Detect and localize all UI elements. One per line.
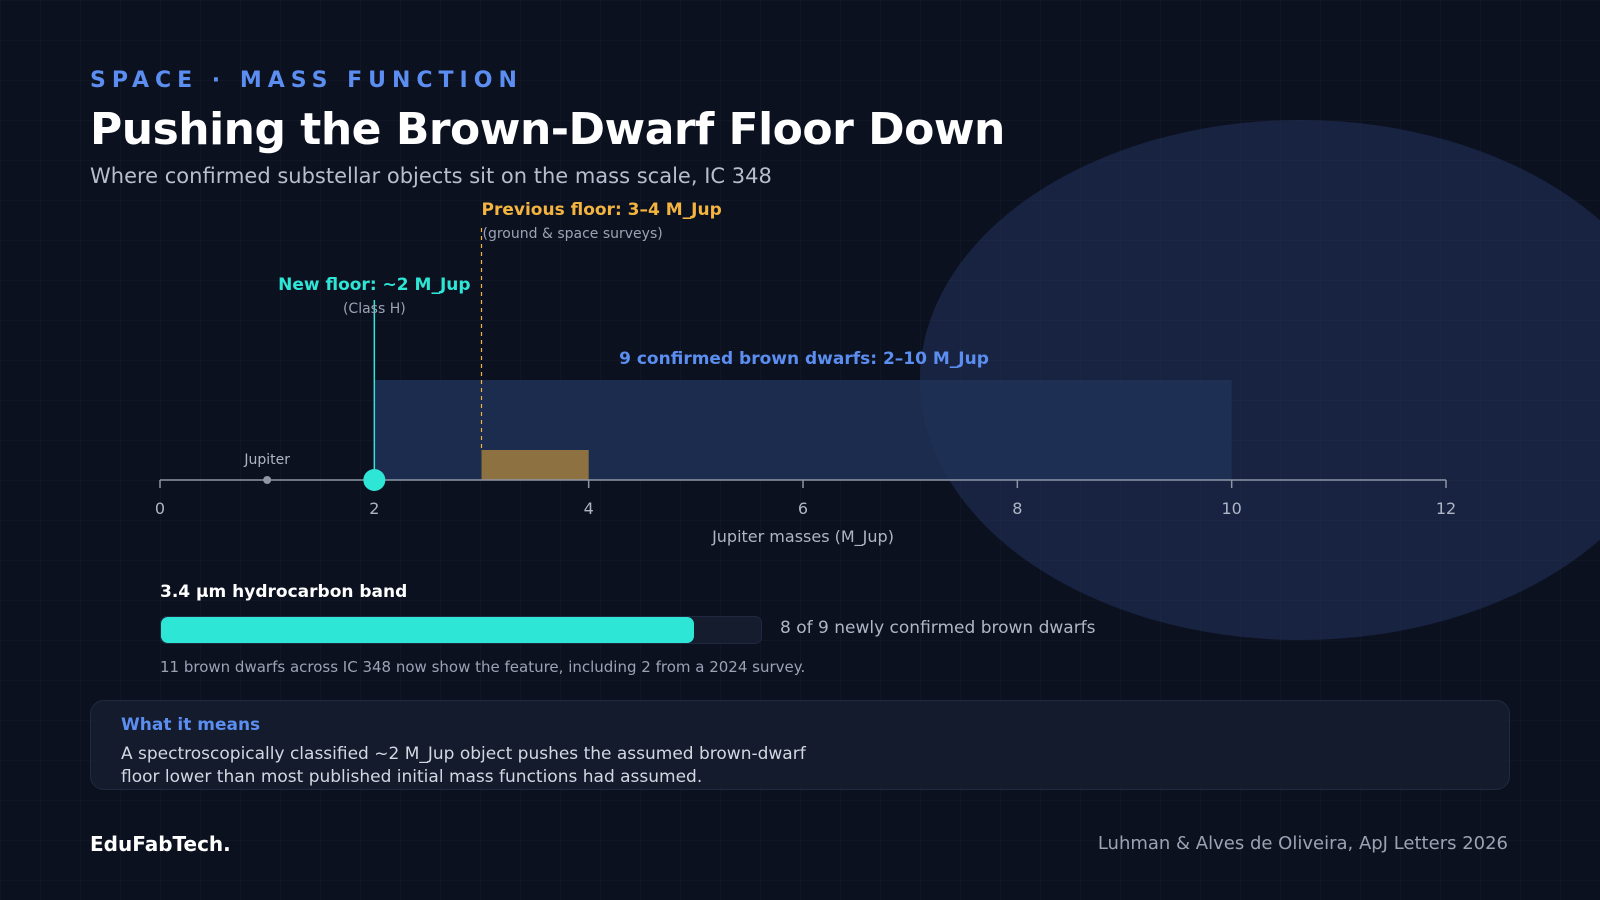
band-title: 3.4 µm hydrocarbon band	[160, 582, 408, 602]
citation: Luhman & Alves de Oliveira, ApJ Letters …	[1097, 833, 1508, 854]
x-tick-label-0: 0	[155, 499, 165, 518]
x-axis-ticks: 0 2 4 6 8 10 12	[155, 480, 1456, 518]
x-tick-label-6: 6	[798, 499, 808, 518]
callout-heading: What it means	[121, 715, 261, 735]
x-tick-label-12: 12	[1436, 499, 1456, 518]
hydrocarbon-band-section: 3.4 µm hydrocarbon band 8 of 9 newly con…	[160, 582, 1260, 676]
x-tick-label-4: 4	[584, 499, 594, 518]
band-progress-fill	[161, 617, 695, 643]
what-it-means-callout: What it means A spectroscopically classi…	[90, 700, 1510, 790]
new-floor-label: New floor: ~2 M_Jup	[278, 275, 470, 295]
previous-floor-note: (ground & space surveys)	[483, 226, 663, 242]
x-tick-label-2: 2	[369, 499, 379, 518]
slide: SPACE · MASS FUNCTION Pushing the Brown-…	[0, 0, 1600, 900]
jupiter-marker	[263, 476, 272, 484]
new-floor-note: (Class H)	[343, 301, 406, 317]
band-value-text: 8 of 9 newly confirmed brown dwarfs	[780, 618, 1096, 638]
previous-floor-bar	[481, 450, 589, 480]
new-floor-marker	[363, 469, 386, 491]
band-progress-row: 8 of 9 newly confirmed brown dwarfs	[160, 616, 1260, 644]
brand-logo: EduFabTech.	[90, 832, 231, 856]
x-axis-label: Jupiter masses (M_Jup)	[711, 527, 894, 547]
callout-body: A spectroscopically classified ~2 M_Jup …	[121, 744, 806, 787]
previous-floor-label: Previous floor: 3–4 M_Jup	[482, 200, 722, 220]
band-progress-track	[160, 616, 762, 644]
x-tick-label-8: 8	[1012, 499, 1022, 518]
x-tick-label-10: 10	[1221, 499, 1241, 518]
jupiter-label: Jupiter	[243, 452, 290, 468]
band-note: 11 brown dwarfs across IC 348 now show t…	[160, 658, 806, 676]
confirmed-range-label: 9 confirmed brown dwarfs: 2–10 M_Jup	[619, 349, 989, 369]
